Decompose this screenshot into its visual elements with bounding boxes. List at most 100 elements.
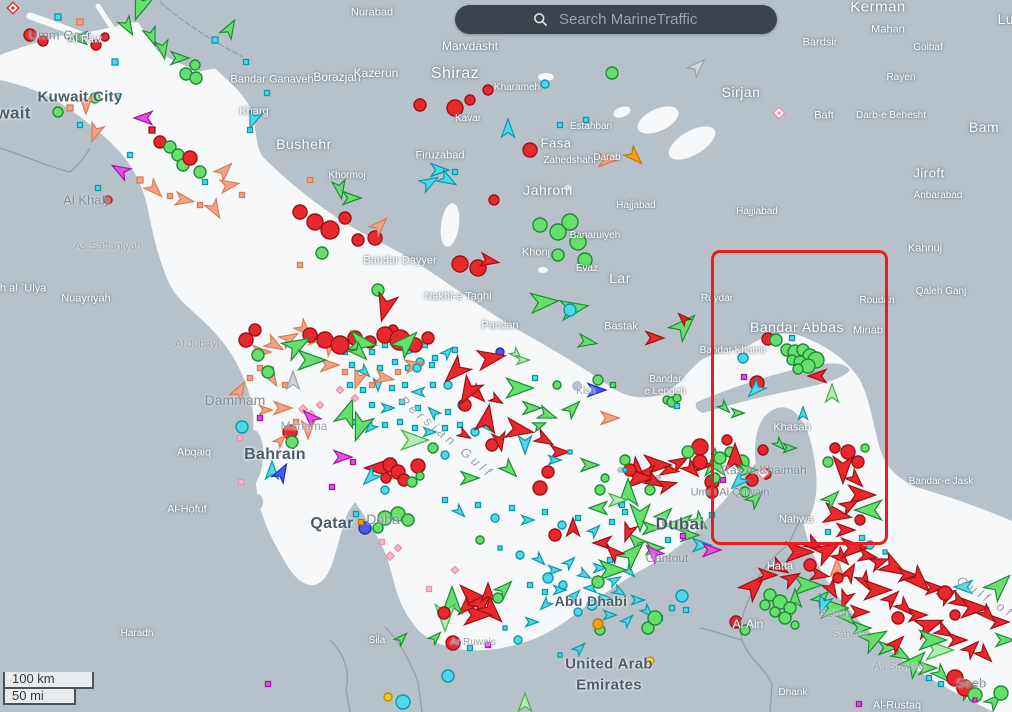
ship-marker[interactable] <box>770 607 780 617</box>
ship-marker[interactable] <box>673 394 681 402</box>
ship-marker[interactable] <box>116 94 121 99</box>
ship-marker[interactable] <box>458 423 463 428</box>
ship-marker[interactable] <box>578 253 592 267</box>
ship-marker[interactable] <box>373 523 383 533</box>
ship-marker[interactable] <box>740 487 750 497</box>
ship-marker[interactable] <box>675 404 680 409</box>
ship-marker[interactable] <box>453 170 458 175</box>
ship-marker[interactable] <box>543 590 548 595</box>
ship-marker[interactable] <box>558 653 562 657</box>
ship-marker[interactable] <box>359 520 364 525</box>
ship-marker[interactable] <box>483 85 493 95</box>
ship-marker[interactable] <box>38 36 48 46</box>
ship-marker[interactable] <box>939 682 944 687</box>
ship-marker[interactable] <box>396 695 410 709</box>
ship-marker[interactable] <box>361 388 366 393</box>
ship-marker[interactable] <box>514 636 522 644</box>
ship-marker[interactable] <box>339 212 351 224</box>
ship-marker[interactable] <box>67 105 73 111</box>
ship-marker[interactable] <box>266 682 271 687</box>
ship-marker[interactable] <box>620 503 625 508</box>
ship-marker[interactable] <box>414 99 426 111</box>
ship-marker[interactable] <box>493 593 503 603</box>
ship-marker[interactable] <box>852 456 864 468</box>
ship-marker[interactable] <box>568 450 572 454</box>
ship-marker[interactable] <box>593 619 603 629</box>
ship-marker[interactable] <box>396 370 401 375</box>
ship-marker[interactable] <box>198 203 203 208</box>
ship-marker[interactable] <box>351 460 356 465</box>
ship-marker[interactable] <box>190 60 200 70</box>
ship-marker[interactable] <box>438 607 450 619</box>
ship-marker[interactable] <box>503 626 507 630</box>
ship-marker[interactable] <box>330 485 335 490</box>
ship-marker[interactable] <box>533 481 547 495</box>
ship-marker[interactable] <box>403 383 408 388</box>
ship-marker[interactable] <box>601 474 609 482</box>
ship-marker[interactable] <box>24 29 36 41</box>
ship-marker[interactable] <box>823 457 833 467</box>
ship-marker[interactable] <box>443 426 448 431</box>
ship-marker[interactable] <box>194 166 206 178</box>
ship-marker[interactable] <box>892 612 904 624</box>
ship-marker[interactable] <box>542 466 554 478</box>
ship-marker[interactable] <box>212 37 218 43</box>
ship-marker[interactable] <box>738 353 748 363</box>
ship-marker[interactable] <box>433 356 438 361</box>
ship-marker[interactable] <box>855 515 865 525</box>
ship-marker[interactable] <box>427 587 432 592</box>
ship-marker[interactable] <box>595 485 605 495</box>
ship-marker[interactable] <box>354 512 359 517</box>
ship-marker[interactable] <box>55 14 61 20</box>
ship-marker[interactable] <box>543 510 548 515</box>
ship-marker[interactable] <box>927 676 932 681</box>
ship-marker[interactable] <box>411 459 425 473</box>
ship-marker[interactable] <box>262 366 274 378</box>
ship-marker[interactable] <box>430 363 435 368</box>
ship-marker[interactable] <box>510 506 515 511</box>
ship-marker[interactable] <box>112 59 118 65</box>
ship-marker[interactable] <box>593 375 603 385</box>
ship-marker[interactable] <box>523 143 537 157</box>
ship-marker[interactable] <box>559 581 567 589</box>
ship-marker[interactable] <box>370 403 375 408</box>
ship-marker[interactable] <box>252 349 264 361</box>
ship-marker[interactable] <box>826 530 831 535</box>
ship-marker[interactable] <box>431 383 436 388</box>
ship-marker[interactable] <box>722 435 732 445</box>
ship-marker[interactable] <box>558 521 566 529</box>
ship-marker[interactable] <box>441 451 449 459</box>
ship-marker[interactable] <box>293 205 307 219</box>
ship-marker[interactable] <box>183 151 197 165</box>
ship-marker[interactable] <box>804 559 816 571</box>
ship-marker[interactable] <box>620 455 630 465</box>
ship-marker[interactable] <box>236 421 248 433</box>
ship-marker[interactable] <box>790 336 795 341</box>
ship-marker[interactable] <box>592 576 604 588</box>
ship-marker[interactable] <box>298 263 303 268</box>
ship-marker[interactable] <box>670 606 675 611</box>
ship-marker[interactable] <box>570 234 586 250</box>
ship-marker[interactable] <box>390 386 395 391</box>
ship-marker[interactable] <box>190 72 202 84</box>
ship-marker[interactable] <box>558 123 563 128</box>
ship-marker[interactable] <box>693 455 707 469</box>
ship-marker[interactable] <box>308 178 313 183</box>
ship-marker[interactable] <box>562 214 578 230</box>
ship-marker[interactable] <box>53 107 63 117</box>
ship-marker[interactable] <box>553 381 561 389</box>
ship-marker[interactable] <box>149 127 155 133</box>
ship-marker[interactable] <box>248 376 253 381</box>
ship-marker[interactable] <box>610 520 615 525</box>
ship-marker[interactable] <box>883 550 887 554</box>
ship-marker[interactable] <box>721 478 726 483</box>
ship-marker[interactable] <box>248 128 253 133</box>
ship-marker[interactable] <box>407 477 417 487</box>
ship-marker[interactable] <box>574 608 582 616</box>
ship-marker[interactable] <box>96 186 101 191</box>
ship-marker[interactable] <box>447 100 463 116</box>
ship-marker[interactable] <box>833 573 843 583</box>
ship-marker[interactable] <box>742 375 747 380</box>
ship-marker[interactable] <box>857 702 862 707</box>
ship-marker[interactable] <box>770 334 782 346</box>
